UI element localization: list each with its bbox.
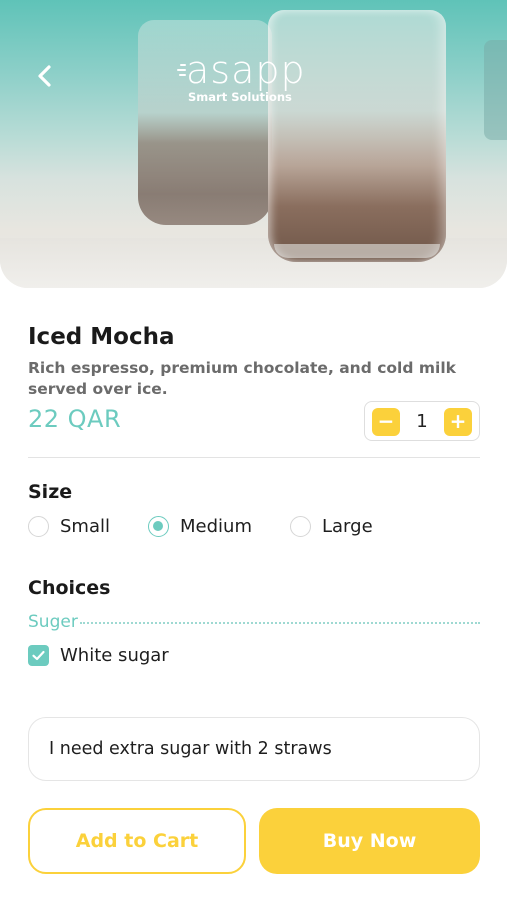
quantity-stepper: − 1 + (364, 401, 480, 441)
size-option-medium[interactable]: Medium (148, 513, 252, 539)
divider (28, 457, 480, 458)
size-option-label: Medium (180, 515, 252, 537)
size-option-label: Large (322, 515, 373, 537)
speed-lines-icon (176, 64, 186, 79)
size-option-large[interactable]: Large (290, 513, 373, 539)
logo-wordmark: asapp (186, 48, 306, 92)
increase-quantity-button[interactable]: + (444, 408, 472, 436)
product-title: Iced Mocha (28, 324, 175, 350)
product-hero-image (0, 0, 507, 288)
asapp-logo: asapp Smart Solutions (176, 48, 338, 108)
radio-button[interactable] (290, 515, 311, 537)
size-option-label: Small (60, 515, 110, 537)
radio-button[interactable] (28, 515, 49, 537)
buy-now-button[interactable]: Buy Now (259, 808, 480, 874)
checkbox-checked[interactable] (28, 644, 49, 666)
check-icon (32, 650, 45, 660)
add-to-cart-button[interactable]: Add to Cart (28, 808, 246, 874)
background-glass (484, 40, 507, 140)
dotted-divider (80, 622, 480, 624)
size-option-small[interactable]: Small (28, 513, 110, 539)
decrease-quantity-button[interactable]: − (372, 408, 400, 436)
choice-white-sugar[interactable]: White sugar (28, 643, 169, 667)
logo-tagline: Smart Solutions (188, 90, 292, 104)
choice-group-label: Suger (28, 612, 78, 632)
special-instructions-input[interactable] (28, 717, 480, 781)
choice-label: White sugar (60, 644, 169, 666)
product-price: 22 QAR (28, 405, 122, 433)
product-description: Rich espresso, premium chocolate, and co… (28, 359, 456, 398)
size-radio-group: Small Medium Large (28, 513, 488, 539)
quantity-value: 1 (416, 411, 428, 432)
choices-section-title: Choices (28, 577, 111, 599)
chevron-left-icon (38, 65, 51, 87)
back-button[interactable] (30, 60, 62, 92)
size-section-title: Size (28, 481, 73, 503)
radio-button-selected[interactable] (148, 515, 169, 537)
